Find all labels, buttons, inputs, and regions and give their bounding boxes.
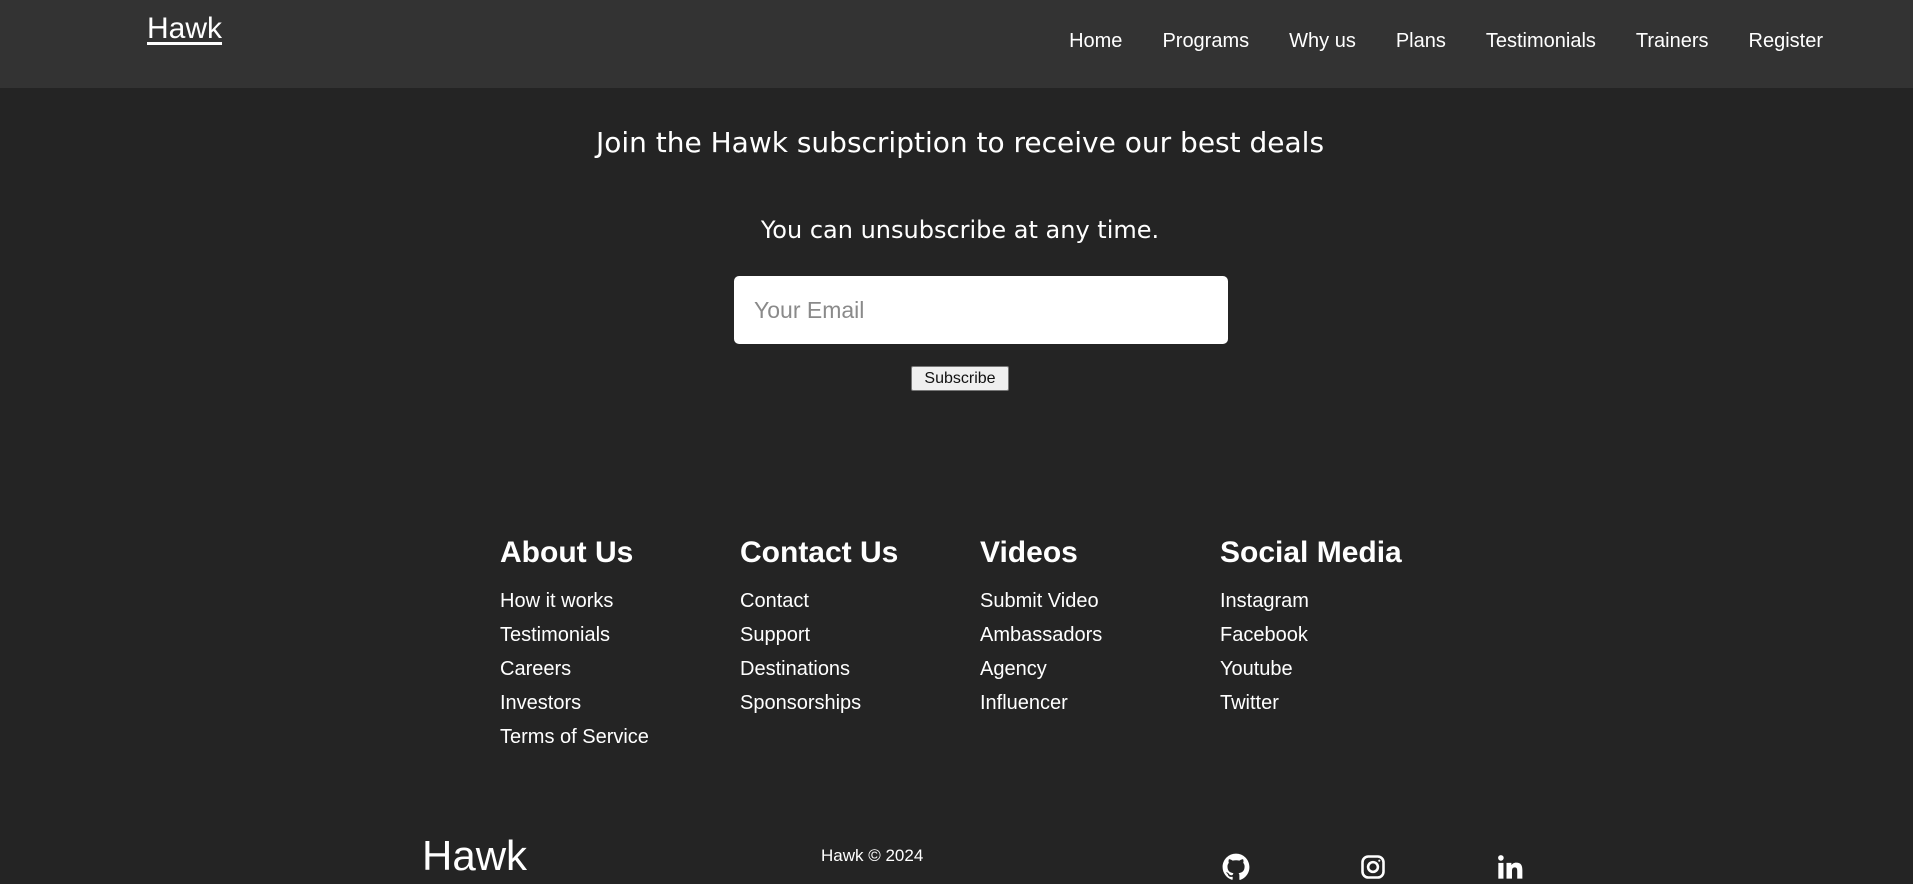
footer-link-instagram[interactable]: Instagram [1220,584,1402,618]
footer-link-investors[interactable]: Investors [500,686,649,720]
footer-link-twitter[interactable]: Twitter [1220,686,1402,720]
footer-link-testimonials[interactable]: Testimonials [500,618,649,652]
subscription-heading: Join the Hawk subscription to receive ou… [595,126,1325,159]
footer-link-how-it-works[interactable]: How it works [500,584,649,618]
subscribe-button[interactable]: Subscribe [911,366,1009,391]
nav-home[interactable]: Home [1069,30,1122,53]
nav-programs[interactable]: Programs [1162,30,1249,53]
footer-link-influencer[interactable]: Influencer [980,686,1102,720]
nav-register[interactable]: Register [1749,30,1823,53]
footer-column-title: Social Media [1220,536,1402,569]
footer-link-youtube[interactable]: Youtube [1220,652,1402,686]
footer-column-social: Social Media Instagram Facebook Youtube … [1220,536,1402,720]
nav-plans[interactable]: Plans [1396,30,1446,53]
footer-column-title: Videos [980,536,1078,569]
footer-link-submit-video[interactable]: Submit Video [980,584,1102,618]
footer-logo[interactable]: Hawk [422,832,527,880]
footer-column-title: Contact Us [740,536,899,569]
nav-testimonials[interactable]: Testimonials [1486,30,1596,53]
footer-column-contact: Contact Us Contact Support Destinations … [740,536,898,720]
github-icon[interactable] [1222,853,1250,881]
unsubscribe-note: You can unsubscribe at any time. [760,216,1160,244]
footer-link-terms[interactable]: Terms of Service [500,720,649,754]
footer-link-destinations[interactable]: Destinations [740,652,898,686]
footer-column-title: About Us [500,536,634,569]
instagram-icon[interactable] [1359,853,1387,881]
email-input[interactable] [734,276,1228,344]
footer-link-ambassadors[interactable]: Ambassadors [980,618,1102,652]
brand-logo-link[interactable]: Hawk [147,12,222,46]
footer-link-facebook[interactable]: Facebook [1220,618,1402,652]
navbar: Hawk Home Programs Why us Plans Testimon… [0,0,1913,88]
footer-column-videos: Videos Submit Video Ambassadors Agency I… [980,536,1102,720]
footer-column-about: About Us How it works Testimonials Caree… [500,536,649,754]
main-nav: Home Programs Why us Plans Testimonials … [1029,30,1823,53]
linkedin-icon[interactable] [1496,853,1524,881]
footer-link-agency[interactable]: Agency [980,652,1102,686]
footer-link-support[interactable]: Support [740,618,898,652]
footer-link-sponsorships[interactable]: Sponsorships [740,686,898,720]
footer-link-contact[interactable]: Contact [740,584,898,618]
copyright-text: Hawk © 2024 [821,846,924,865]
nav-trainers[interactable]: Trainers [1636,30,1709,53]
nav-why-us[interactable]: Why us [1289,30,1356,53]
footer-link-careers[interactable]: Careers [500,652,649,686]
